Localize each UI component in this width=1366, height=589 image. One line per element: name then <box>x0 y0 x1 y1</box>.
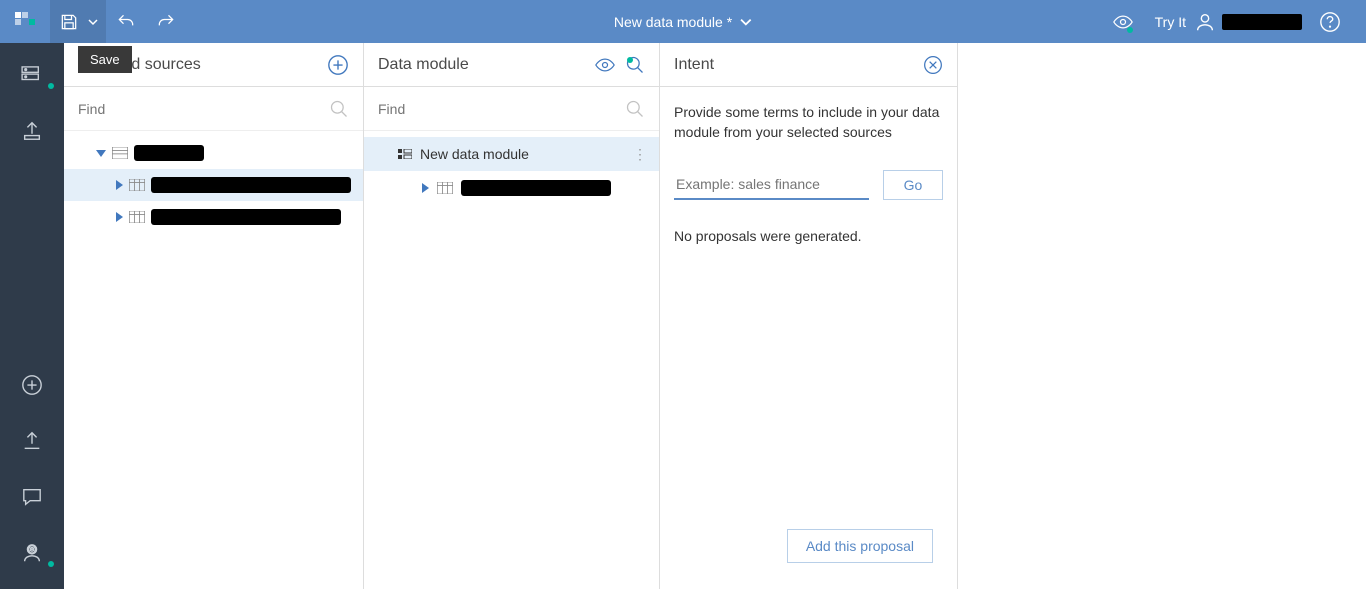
table-icon <box>129 179 145 191</box>
tree-row-root[interactable] <box>64 137 363 169</box>
intent-body: Provide some terms to include in your da… <box>660 87 957 260</box>
module-panel: Data module Ne <box>364 43 660 589</box>
intent-go-button[interactable]: Go <box>883 170 943 200</box>
search-insight-icon[interactable] <box>625 55 645 75</box>
search-icon[interactable] <box>625 99 645 119</box>
module-panel-title: Data module <box>378 56 469 74</box>
chevron-down-icon[interactable] <box>96 150 106 157</box>
module-root-row[interactable]: New data module ⋮ <box>364 137 659 171</box>
table-name-redacted <box>151 209 341 225</box>
module-title-area: New data module * <box>614 14 752 30</box>
module-icon <box>398 149 412 159</box>
table-icon <box>437 182 453 194</box>
module-panel-header: Data module <box>364 43 659 87</box>
rail-profile-button[interactable] <box>12 537 52 569</box>
add-proposal-button[interactable]: Add this proposal <box>787 529 933 563</box>
add-source-button[interactable] <box>327 54 349 76</box>
module-root-label: New data module <box>420 146 529 162</box>
more-actions-icon[interactable]: ⋮ <box>633 146 647 163</box>
redo-button[interactable] <box>146 0 186 43</box>
main: Selected sources <box>0 43 1366 589</box>
topbar-right: Try It <box>1113 0 1366 43</box>
undo-button[interactable] <box>106 0 146 43</box>
help-button[interactable] <box>1310 0 1350 43</box>
sources-panel: Selected sources <box>64 43 364 589</box>
module-find-row <box>364 87 659 131</box>
rail-chat-button[interactable] <box>12 481 52 513</box>
rail-upload-button[interactable] <box>12 115 52 147</box>
intent-description: Provide some terms to include in your da… <box>674 103 943 142</box>
close-intent-button[interactable] <box>923 55 943 75</box>
username-redacted <box>1222 14 1302 30</box>
user-menu[interactable] <box>1194 11 1302 33</box>
intent-input-row: Go <box>674 170 943 200</box>
module-table-redacted <box>461 180 611 196</box>
tryit-label: Try It <box>1155 14 1186 30</box>
datasource-icon <box>112 147 128 159</box>
module-find-input[interactable] <box>378 101 645 117</box>
tree-row-child-2[interactable] <box>64 201 363 233</box>
app-logo[interactable] <box>0 0 50 43</box>
save-button-group <box>50 0 106 43</box>
intent-panel-title: Intent <box>674 56 714 74</box>
rail-data-server-button[interactable] <box>12 59 52 91</box>
chevron-right-icon[interactable] <box>116 212 123 222</box>
table-name-redacted <box>151 177 351 193</box>
rail-bottom-group <box>12 369 52 569</box>
table-icon <box>129 211 145 223</box>
tree-row-child-1[interactable] <box>64 169 363 201</box>
module-title-dropdown[interactable] <box>740 16 752 28</box>
rail-upload2-button[interactable] <box>12 425 52 457</box>
sources-find-input[interactable] <box>78 101 349 117</box>
tryit-button[interactable]: Try It <box>1113 14 1186 30</box>
module-child-row[interactable] <box>364 171 659 205</box>
rail-add-button[interactable] <box>12 369 52 401</box>
module-tree: New data module ⋮ <box>364 131 659 211</box>
save-button[interactable] <box>54 0 84 43</box>
sources-find-row <box>64 87 363 131</box>
save-tooltip: Save <box>78 46 132 73</box>
left-rail <box>0 43 64 589</box>
intent-panel: Intent Provide some terms to include in … <box>660 43 958 589</box>
sources-tree <box>64 131 363 239</box>
search-icon[interactable] <box>329 99 349 119</box>
chevron-right-icon[interactable] <box>116 180 123 190</box>
module-title: New data module * <box>614 14 732 30</box>
save-dropdown-button[interactable] <box>84 0 102 43</box>
topbar: New data module * Try It <box>0 0 1366 43</box>
no-proposals-text: No proposals were generated. <box>674 228 943 244</box>
chevron-right-icon[interactable] <box>422 183 429 193</box>
topbar-left <box>0 0 186 43</box>
source-name-redacted <box>134 145 204 161</box>
intent-terms-input[interactable] <box>674 170 869 200</box>
preview-icon[interactable] <box>595 58 615 72</box>
intent-panel-header: Intent <box>660 43 957 87</box>
